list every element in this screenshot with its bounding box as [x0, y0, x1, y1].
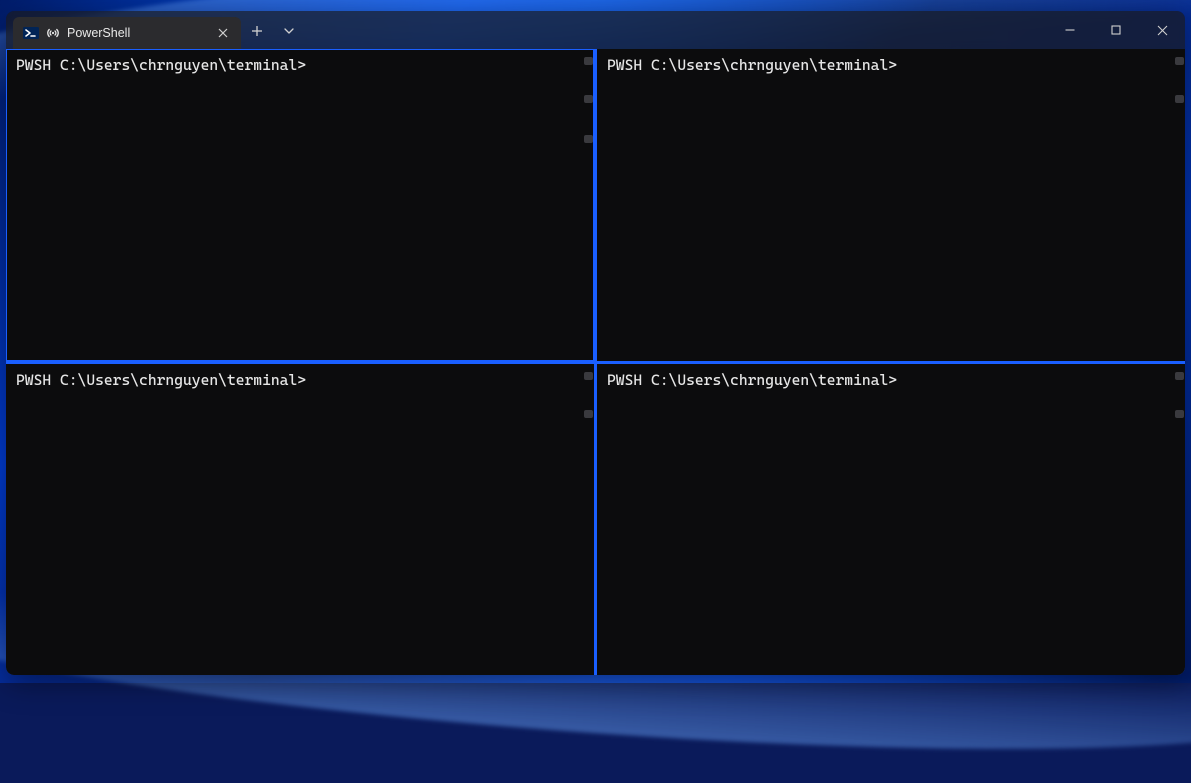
tab-title: PowerShell: [67, 26, 206, 40]
scrollbar[interactable]: [1173, 364, 1185, 676]
broadcast-icon: [46, 26, 60, 40]
scrollbar-thumb[interactable]: [584, 57, 593, 65]
new-tab-dropdown-button[interactable]: [273, 15, 305, 47]
maximize-button[interactable]: [1093, 11, 1139, 49]
scrollbar[interactable]: [1173, 49, 1185, 361]
scrollbar-thumb[interactable]: [1175, 57, 1184, 65]
prompt-text: PWSH C:\Users\chrnguyen\terminal>: [16, 371, 306, 389]
close-icon: [218, 28, 228, 38]
scrollbar[interactable]: [582, 364, 594, 676]
terminal-pane-3[interactable]: PWSH C:\Users\chrnguyen\terminal>: [6, 364, 594, 676]
scrollbar-thumb[interactable]: [584, 135, 593, 143]
titlebar-drag-region[interactable]: [305, 11, 1047, 49]
window-controls: [1047, 11, 1185, 49]
minimize-icon: [1065, 25, 1075, 35]
prompt-text: PWSH C:\Users\chrnguyen\terminal>: [16, 56, 306, 74]
minimize-button[interactable]: [1047, 11, 1093, 49]
terminal-pane-1[interactable]: PWSH C:\Users\chrnguyen\terminal>: [6, 49, 594, 361]
tab-close-button[interactable]: [213, 23, 233, 43]
scrollbar-thumb[interactable]: [584, 372, 593, 380]
window-close-button[interactable]: [1139, 11, 1185, 49]
terminal-pane-2[interactable]: PWSH C:\Users\chrnguyen\terminal>: [597, 49, 1185, 361]
scrollbar-thumb[interactable]: [1175, 410, 1184, 418]
tab-powershell[interactable]: PowerShell: [13, 17, 241, 49]
terminal-pane-4[interactable]: PWSH C:\Users\chrnguyen\terminal>: [597, 364, 1185, 676]
new-tab-button[interactable]: [241, 15, 273, 47]
scrollbar[interactable]: [582, 49, 594, 361]
scrollbar-thumb[interactable]: [1175, 95, 1184, 103]
plus-icon: [251, 25, 263, 37]
close-icon: [1157, 25, 1168, 36]
powershell-icon: [23, 25, 39, 41]
pane-grid: PWSH C:\Users\chrnguyen\terminal> PWSH C…: [6, 49, 1185, 675]
scrollbar-thumb[interactable]: [584, 95, 593, 103]
scrollbar-thumb[interactable]: [1175, 372, 1184, 380]
maximize-icon: [1111, 25, 1121, 35]
prompt-text: PWSH C:\Users\chrnguyen\terminal>: [607, 56, 897, 74]
chevron-down-icon: [284, 28, 294, 34]
title-bar: PowerShell: [6, 11, 1185, 49]
terminal-window: PowerShell: [6, 11, 1185, 675]
scrollbar-thumb[interactable]: [584, 410, 593, 418]
prompt-text: PWSH C:\Users\chrnguyen\terminal>: [607, 371, 897, 389]
